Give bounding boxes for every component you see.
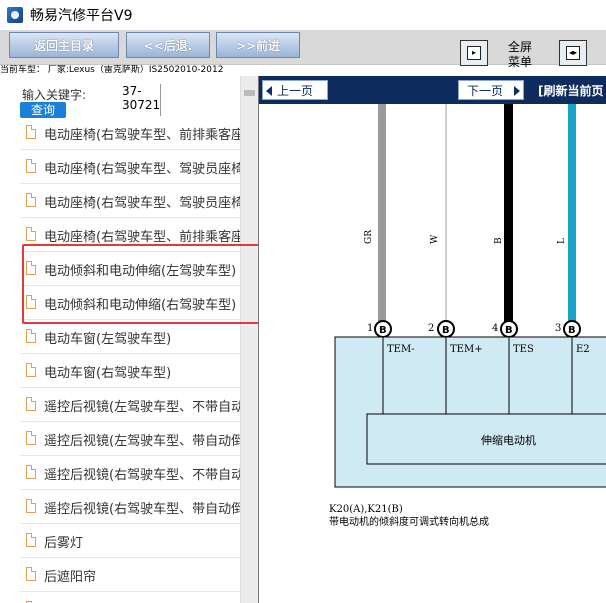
document-icon bbox=[26, 567, 36, 581]
document-icon bbox=[26, 465, 36, 479]
svg-text:B: B bbox=[568, 325, 576, 336]
list-item-label: 电动座椅(右驾驶车型、前排乘客座 bbox=[44, 128, 242, 143]
list-item-label: 电动座椅(右驾驶车型、前排乘客座 bbox=[44, 230, 242, 245]
viewer-header: 上一页 下一页 [刷新当前页 bbox=[259, 76, 606, 104]
list-item-label: 遥控后视镜(左驾驶车型、带自动倒 bbox=[44, 434, 242, 449]
fullscreen-label: 全屏 bbox=[507, 40, 532, 54]
list-item-label: 电动车窗(右驾驶车型) bbox=[44, 366, 172, 381]
history-forward-button[interactable]: >>前进 bbox=[216, 32, 300, 58]
document-icon bbox=[26, 125, 36, 139]
list-item-label: 电动座椅(右驾驶车型、驾驶员座椅 bbox=[44, 196, 242, 211]
list-item-label: 电动座椅(右驾驶车型、驾驶员座椅 bbox=[44, 162, 242, 177]
list-item-label: 后遮阳帘 bbox=[44, 570, 97, 585]
left-panel: 输入关键字: 37- 30721 查询 电动座椅(右驾驶车型、前排乘客座 电动座… bbox=[0, 76, 259, 603]
list-item-label: 后雾灯 bbox=[44, 536, 84, 551]
pin-number: 1 bbox=[367, 323, 373, 334]
list-item[interactable]: 电动座椅(右驾驶车型、驾驶员座椅 bbox=[20, 184, 242, 218]
svg-text:B: B bbox=[505, 325, 513, 336]
list-item[interactable]: 后 bbox=[20, 592, 242, 603]
app-logo-icon bbox=[7, 7, 23, 23]
list-item[interactable]: 遥控后视镜(左驾驶车型、带自动倒 bbox=[20, 422, 242, 456]
list-item[interactable]: 电动座椅(右驾驶车型、前排乘客座 bbox=[20, 122, 242, 150]
pin-number: 3 bbox=[555, 323, 561, 334]
document-icon bbox=[26, 397, 36, 411]
connector-b-marker: B bbox=[500, 320, 518, 338]
list-item[interactable]: 电动座椅(右驾驶车型、驾驶员座椅 bbox=[20, 150, 242, 184]
terminal-label: E2 bbox=[576, 344, 590, 355]
terminal-label: TEM- bbox=[387, 344, 415, 355]
document-icon bbox=[26, 431, 36, 445]
document-icon bbox=[26, 193, 36, 207]
wire-l bbox=[568, 104, 576, 322]
fullscreen-menu-label: 全屏 菜单 bbox=[500, 40, 540, 70]
current-vehicle: 当前车型： 厂家:Lexus（雷克萨斯）IS2502010-2012 bbox=[0, 65, 224, 75]
next-page-button[interactable]: 下一页 bbox=[458, 80, 524, 100]
arrow-left-icon bbox=[266, 86, 272, 96]
list-item[interactable]: 后雾灯 bbox=[20, 524, 242, 558]
document-icon bbox=[26, 159, 36, 173]
list-item-label: 遥控后视镜(左驾驶车型、不带自动 bbox=[44, 400, 242, 415]
list-item[interactable]: 电动车窗(右驾驶车型) bbox=[20, 354, 242, 388]
toggle-panel-button[interactable]: ▸ bbox=[460, 40, 488, 66]
document-icon bbox=[26, 363, 36, 377]
pin-number: 4 bbox=[492, 323, 498, 334]
refresh-page-link[interactable]: [刷新当前页 bbox=[538, 82, 604, 99]
wire-code-label: B bbox=[494, 237, 504, 244]
list-scrollbar[interactable] bbox=[240, 76, 258, 603]
scrollbar-thumb[interactable] bbox=[244, 90, 255, 96]
connector-b-marker: B bbox=[563, 320, 581, 338]
search-button[interactable]: 查询 bbox=[20, 102, 66, 118]
terminal-label: TES bbox=[513, 344, 534, 355]
list-item[interactable]: 遥控后视镜(左驾驶车型、不带自动 bbox=[20, 388, 242, 422]
search-value-line-2: 30721 bbox=[122, 98, 161, 112]
search-value-line-1: 37- bbox=[122, 84, 142, 98]
search-input[interactable]: 37- 30721 bbox=[122, 84, 161, 116]
arrow-right-icon bbox=[514, 86, 520, 96]
history-back-button[interactable]: <<后退. bbox=[126, 32, 210, 58]
document-icon bbox=[26, 499, 36, 513]
back-to-main-button[interactable]: 返回主目录 bbox=[9, 32, 119, 58]
svg-text:B: B bbox=[379, 325, 387, 336]
list-item[interactable]: 后遮阳帘 bbox=[20, 558, 242, 592]
list-item-label: 遥控后视镜(右驾驶车型、不带自动 bbox=[44, 468, 242, 483]
list-item[interactable]: 遥控后视镜(右驾驶车型、带自动倒 bbox=[20, 490, 242, 524]
document-icon bbox=[26, 329, 36, 343]
menu-label: 菜单 bbox=[507, 55, 532, 69]
prev-page-label: 上一页 bbox=[277, 84, 314, 98]
svg-text:B: B bbox=[442, 325, 450, 336]
wire-code-label: L bbox=[557, 238, 567, 244]
fullscreen-button[interactable]: ◂▸ bbox=[559, 40, 587, 66]
connector-b-marker: B bbox=[374, 320, 392, 338]
motor-label: 伸缩电动机 bbox=[481, 433, 536, 447]
terminal-label: TEM+ bbox=[450, 344, 483, 355]
connector-b-marker: B bbox=[437, 320, 455, 338]
topic-list: 电动座椅(右驾驶车型、前排乘客座 电动座椅(右驾驶车型、驾驶员座椅 电动座椅(右… bbox=[20, 122, 242, 603]
wire-code-label: W bbox=[430, 234, 440, 244]
collapse-icon: ◂▸ bbox=[566, 46, 580, 60]
wire-code-label: GR bbox=[364, 230, 374, 244]
prev-page-button[interactable]: 上一页 bbox=[262, 80, 328, 100]
highlight-annotation bbox=[22, 244, 258, 324]
pin-number: 2 bbox=[428, 323, 434, 334]
list-item[interactable]: 电动车窗(左驾驶车型) bbox=[20, 320, 242, 354]
list-item[interactable]: 遥控后视镜(右驾驶车型、不带自动 bbox=[20, 456, 242, 490]
component-code: K20(A),K21(B) bbox=[329, 504, 403, 515]
document-icon bbox=[26, 533, 36, 547]
diagram-viewer: 上一页 下一页 [刷新当前页 GR W B L 1 2 4 3 B B B B … bbox=[259, 76, 606, 603]
wire-gr bbox=[378, 104, 386, 322]
list-item-label: 遥控后视镜(右驾驶车型、带自动倒 bbox=[44, 502, 242, 517]
wire-b bbox=[504, 104, 513, 322]
search-label: 输入关键字: bbox=[22, 88, 87, 102]
expand-icon: ▸ bbox=[467, 46, 481, 60]
list-item-label: 电动车窗(左驾驶车型) bbox=[44, 332, 172, 347]
title-bar: 畅易汽修平台V9 bbox=[0, 0, 606, 30]
next-page-label: 下一页 bbox=[467, 84, 504, 98]
wiring-diagram: GR W B L 1 2 4 3 B B B B TEM- TEM+ TES E… bbox=[329, 104, 606, 528]
window-title: 畅易汽修平台V9 bbox=[30, 8, 133, 24]
component-caption: 带电动机的倾斜度可调式转向机总成 bbox=[329, 515, 489, 528]
document-icon bbox=[26, 227, 36, 241]
